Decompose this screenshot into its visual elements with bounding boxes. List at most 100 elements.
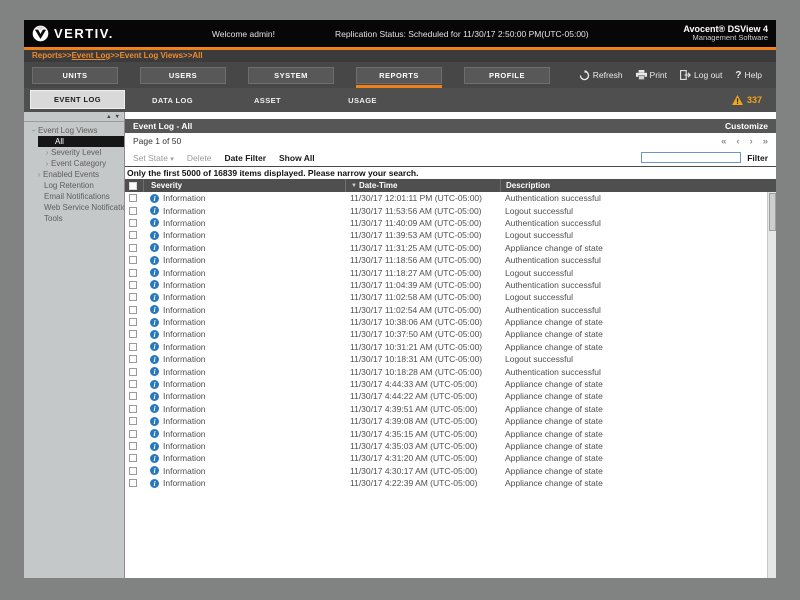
table-row[interactable]: i Information 11/30/17 11:02:58 AM (UTC-… [125, 291, 776, 303]
table-row[interactable]: i Information 11/30/17 10:37:50 AM (UTC-… [125, 328, 776, 340]
row-checkbox[interactable] [129, 293, 137, 301]
table-row[interactable]: i Information 11/30/17 4:44:22 AM (UTC-0… [125, 390, 776, 402]
table-row[interactable]: i Information 11/30/17 11:31:25 AM (UTC-… [125, 242, 776, 254]
row-checkbox[interactable] [129, 405, 137, 413]
row-checkbox[interactable] [129, 442, 137, 450]
sidebar-item-web-service-notifications[interactable]: Web Service Notifications [24, 202, 124, 213]
table-row[interactable]: i Information 11/30/17 4:35:03 AM (UTC-0… [125, 440, 776, 452]
prev-page-icon[interactable]: ‹ [736, 136, 739, 147]
row-checkbox[interactable] [129, 269, 137, 277]
row-checkbox[interactable] [129, 430, 137, 438]
tab-profile[interactable]: PROFILE [464, 67, 550, 84]
description-cell: Appliance change of state [500, 328, 767, 340]
table-row[interactable]: i Information 11/30/17 4:31:20 AM (UTC-0… [125, 452, 776, 464]
table-row[interactable]: i Information 11/30/17 11:18:27 AM (UTC-… [125, 266, 776, 278]
table-row[interactable]: i Information 11/30/17 10:18:28 AM (UTC-… [125, 365, 776, 377]
table-row[interactable]: i Information 11/30/17 10:31:21 AM (UTC-… [125, 341, 776, 353]
row-checkbox[interactable] [129, 355, 137, 363]
date-filter-button[interactable]: Date Filter [224, 153, 266, 163]
row-checkbox[interactable] [129, 330, 137, 338]
select-all-checkbox[interactable] [129, 182, 137, 190]
tab-users[interactable]: USERS [140, 67, 226, 84]
column-header-description[interactable]: Description [500, 179, 767, 192]
delete-button[interactable]: Delete [187, 153, 212, 163]
table-scrollbar[interactable] [767, 192, 776, 578]
table-row[interactable]: i Information 11/30/17 10:38:06 AM (UTC-… [125, 316, 776, 328]
sidebar-scroll-up-icon[interactable]: ▲ [106, 114, 111, 120]
severity-label: Information [163, 292, 206, 302]
column-header-datetime[interactable]: ▼ Date-Time [345, 179, 500, 192]
chevron-expanded-icon[interactable]: › [29, 127, 40, 135]
sidebar-item-all[interactable]: All [38, 136, 124, 147]
row-checkbox[interactable] [129, 244, 137, 252]
row-checkbox[interactable] [129, 281, 137, 289]
sidebar-item-email-notifications[interactable]: Email Notifications [24, 191, 124, 202]
refresh-button[interactable]: Refresh [579, 70, 623, 81]
table-row[interactable]: i Information 11/30/17 4:44:33 AM (UTC-0… [125, 378, 776, 390]
table-row[interactable]: i Information 11/30/17 11:18:56 AM (UTC-… [125, 254, 776, 266]
row-checkbox[interactable] [129, 479, 137, 487]
table-row[interactable]: i Information 11/30/17 11:40:09 AM (UTC-… [125, 217, 776, 229]
chevron-collapsed-icon[interactable]: › [43, 147, 51, 158]
table-row[interactable]: i Information 11/30/17 12:01:11 PM (UTC-… [125, 192, 776, 204]
tab-units[interactable]: UNITS [32, 67, 118, 84]
subtab-usage[interactable]: USAGE [315, 88, 410, 112]
row-checkbox[interactable] [129, 392, 137, 400]
row-checkbox[interactable] [129, 306, 137, 314]
chevron-collapsed-icon[interactable]: › [43, 158, 51, 169]
row-checkbox[interactable] [129, 368, 137, 376]
row-checkbox[interactable] [129, 467, 137, 475]
subtab-data-log[interactable]: DATA LOG [125, 88, 220, 112]
chevron-collapsed-icon[interactable]: › [35, 169, 43, 180]
tab-system[interactable]: SYSTEM [248, 67, 334, 84]
table-row[interactable]: i Information 11/30/17 4:35:15 AM (UTC-0… [125, 427, 776, 439]
table-row[interactable]: i Information 11/30/17 4:39:51 AM (UTC-0… [125, 403, 776, 415]
set-state-button[interactable]: Set State ▾ [133, 153, 174, 163]
filter-input[interactable] [641, 152, 741, 163]
row-checkbox[interactable] [129, 343, 137, 351]
customize-link[interactable]: Customize [725, 121, 768, 131]
sidebar-scroll-down-icon[interactable]: ▼ [115, 114, 120, 120]
subtab-asset[interactable]: ASSET [220, 88, 315, 112]
table-row[interactable]: i Information 11/30/17 11:04:39 AM (UTC-… [125, 279, 776, 291]
row-checkbox[interactable] [129, 231, 137, 239]
alert-indicator[interactable]: 337 [732, 88, 776, 112]
sidebar-item-log-retention[interactable]: Log Retention [24, 180, 124, 191]
show-all-button[interactable]: Show All [279, 153, 315, 163]
last-page-icon[interactable]: » [763, 136, 768, 147]
row-checkbox[interactable] [129, 318, 137, 326]
row-checkbox[interactable] [129, 194, 137, 202]
sidebar-item-event-log-views[interactable]: › Event Log Views [24, 125, 124, 136]
table-row[interactable]: i Information 11/30/17 4:39:08 AM (UTC-0… [125, 415, 776, 427]
tab-reports[interactable]: REPORTS [356, 67, 442, 84]
next-page-icon[interactable]: › [750, 136, 753, 147]
row-checkbox[interactable] [129, 454, 137, 462]
help-button[interactable]: ? Help [735, 70, 762, 81]
filter-button[interactable]: Filter [747, 153, 768, 163]
sidebar-item-enabled-events[interactable]: › Enabled Events [24, 169, 124, 180]
table-row[interactable]: i Information 11/30/17 4:22:39 AM (UTC-0… [125, 477, 776, 489]
sidebar-item-severity-level[interactable]: › Severity Level [24, 147, 124, 158]
first-page-icon[interactable]: « [721, 136, 726, 147]
breadcrumb-link-event-log[interactable]: Event Log [72, 51, 111, 60]
subtab-event-log[interactable]: EVENT LOG [30, 90, 125, 109]
row-checkbox-cell [125, 365, 143, 377]
description-cell: Appliance change of state [500, 427, 767, 439]
logout-button[interactable]: Log out [680, 70, 722, 80]
table-row[interactable]: i Information 11/30/17 4:30:17 AM (UTC-0… [125, 465, 776, 477]
pager-controls: « ‹ › » [721, 136, 768, 147]
table-row[interactable]: i Information 11/30/17 11:53:56 AM (UTC-… [125, 204, 776, 216]
row-checkbox[interactable] [129, 380, 137, 388]
sidebar-item-tools[interactable]: Tools [24, 213, 124, 224]
table-row[interactable]: i Information 11/30/17 10:18:31 AM (UTC-… [125, 353, 776, 365]
row-checkbox[interactable] [129, 417, 137, 425]
table-row[interactable]: i Information 11/30/17 11:02:54 AM (UTC-… [125, 304, 776, 316]
column-header-severity[interactable]: Severity [143, 179, 345, 192]
row-checkbox[interactable] [129, 219, 137, 227]
row-checkbox[interactable] [129, 207, 137, 215]
row-checkbox[interactable] [129, 256, 137, 264]
scrollbar-thumb[interactable] [769, 193, 776, 231]
table-row[interactable]: i Information 11/30/17 11:39:53 AM (UTC-… [125, 229, 776, 241]
sidebar-item-event-category[interactable]: › Event Category [24, 158, 124, 169]
print-button[interactable]: Print [636, 70, 667, 80]
